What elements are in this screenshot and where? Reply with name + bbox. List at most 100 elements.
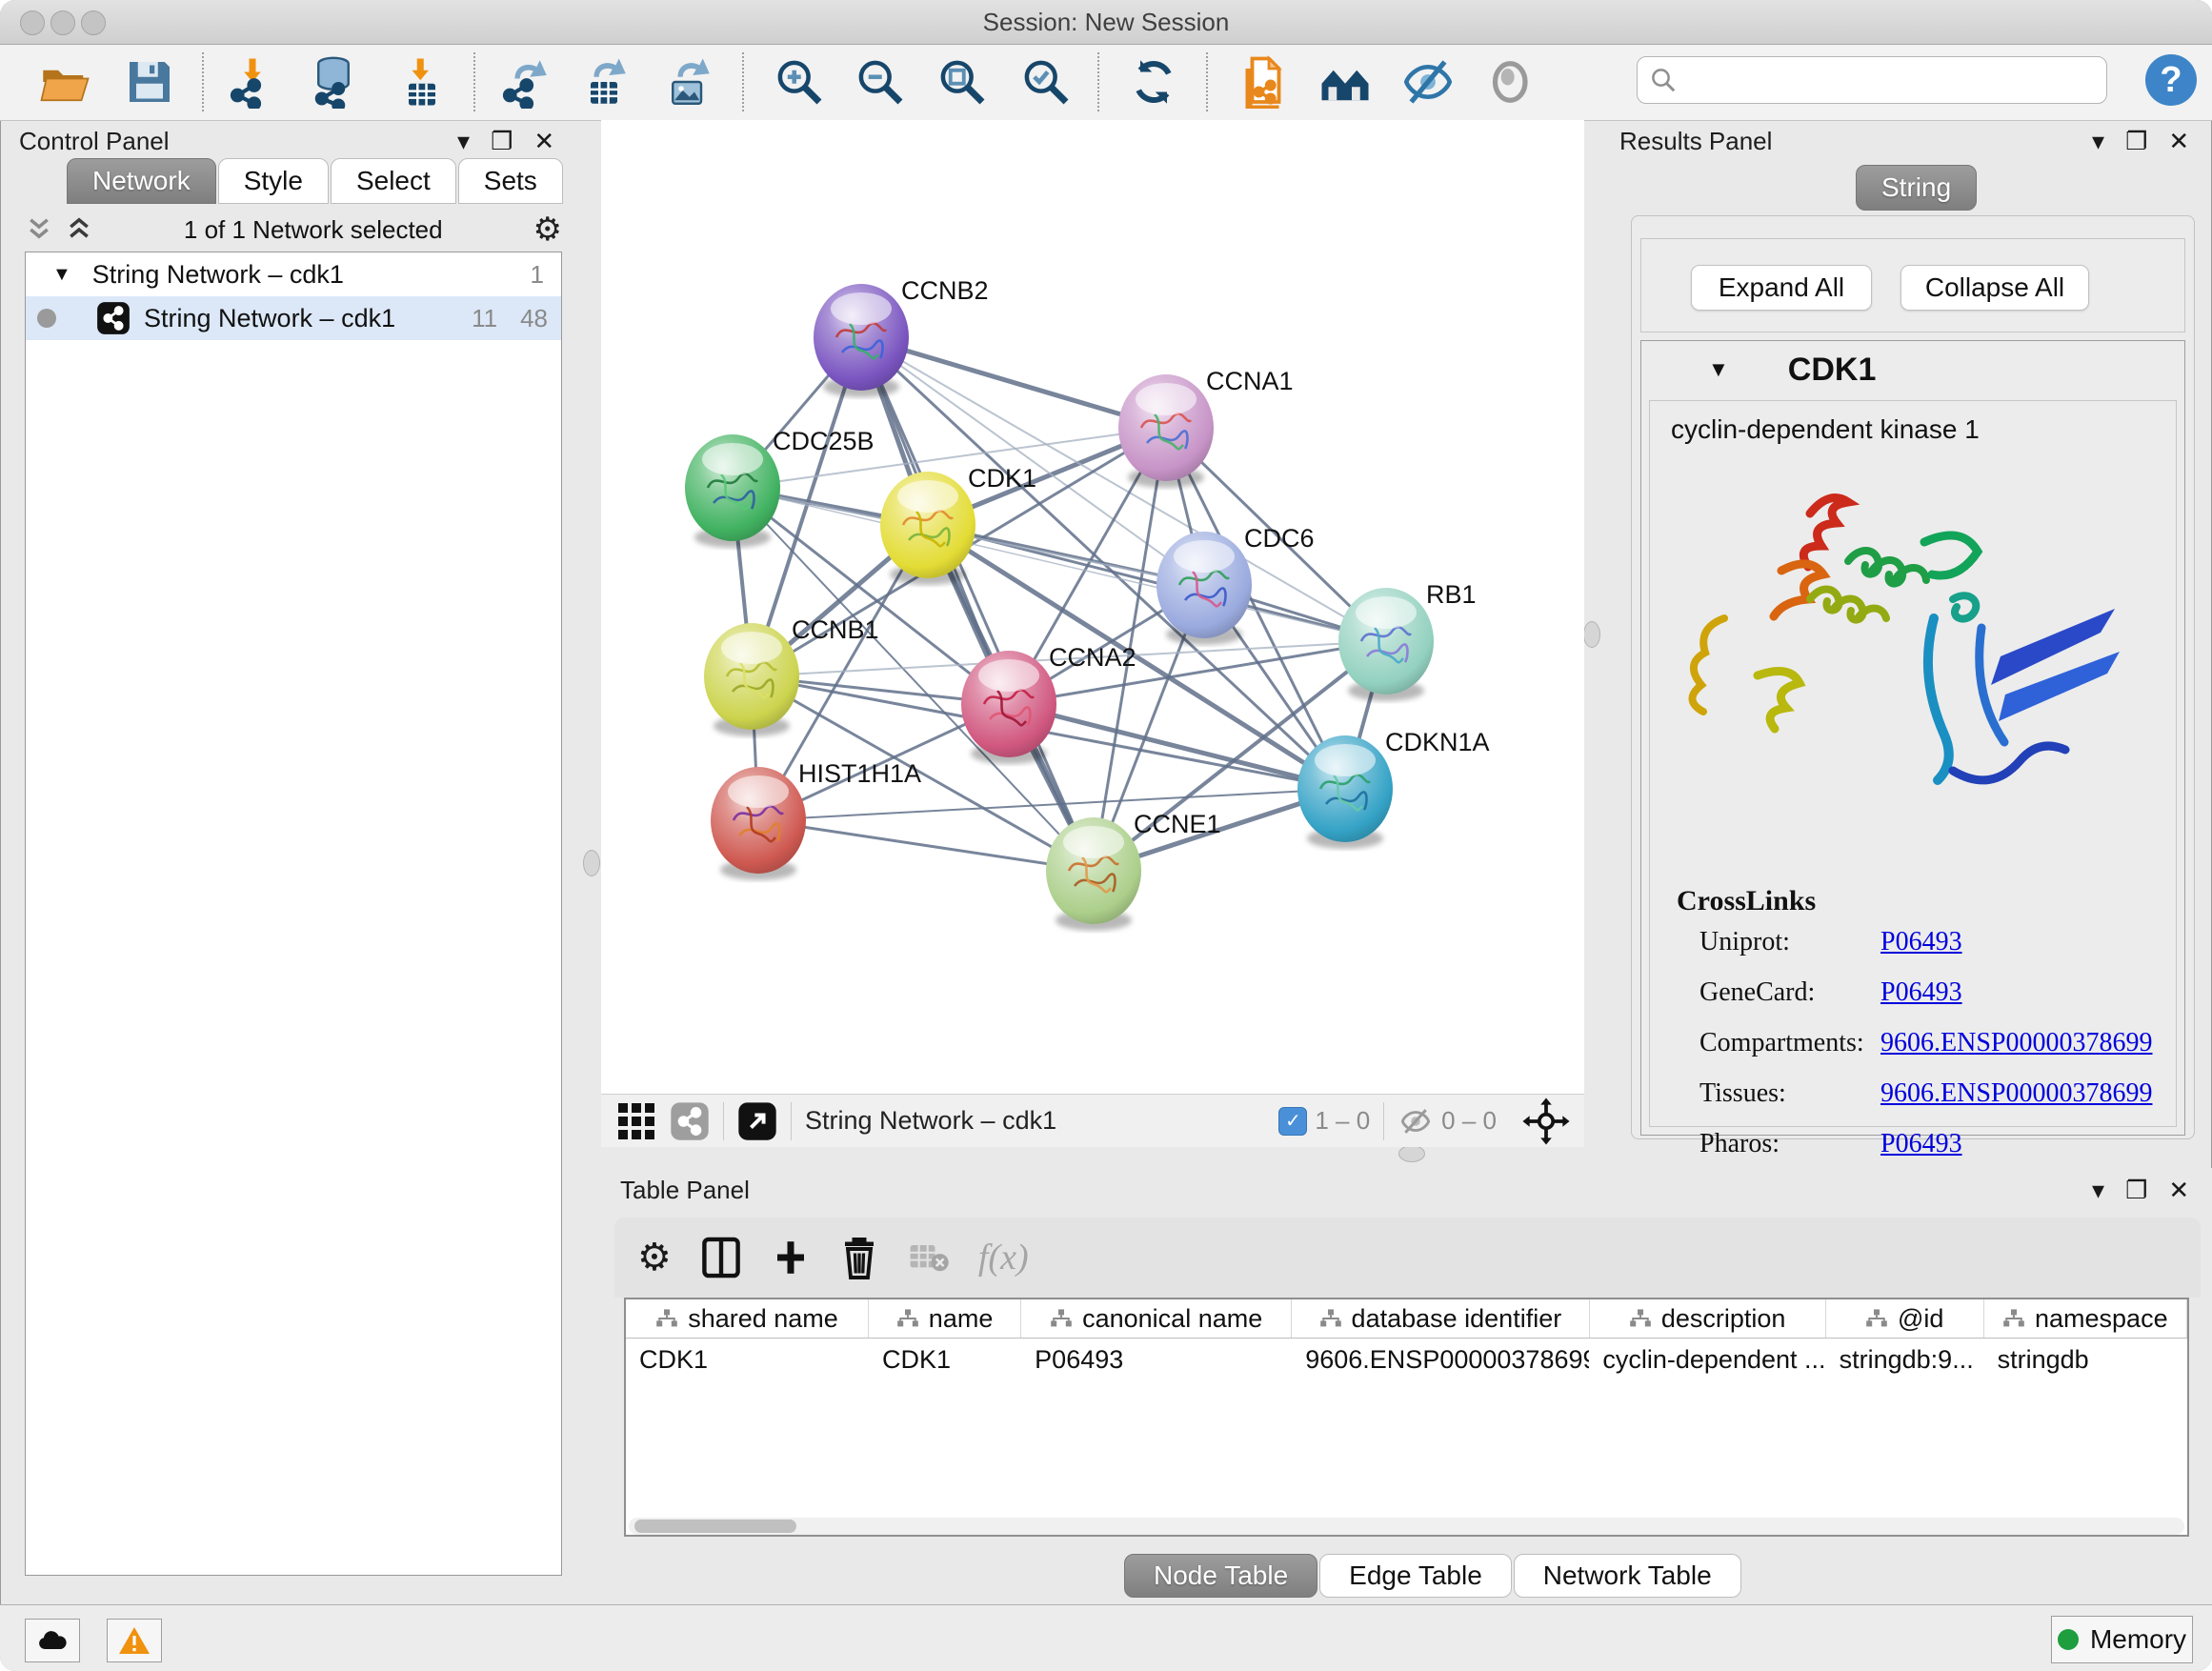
- tab-node-table[interactable]: Node Table: [1124, 1554, 1317, 1598]
- show-columns-icon[interactable]: [700, 1235, 742, 1280]
- vertical-splitter-handle[interactable]: [1583, 621, 1600, 648]
- tab-network-table[interactable]: Network Table: [1514, 1554, 1741, 1598]
- show-all-icon[interactable]: [1484, 54, 1539, 110]
- vertical-splitter-handle[interactable]: [583, 850, 600, 876]
- collapse-panel-icon[interactable]: ▾: [2092, 1176, 2104, 1205]
- tab-style[interactable]: Style: [218, 158, 329, 204]
- table-cell[interactable]: CDK1: [869, 1345, 1021, 1375]
- column-header-canonical-name[interactable]: canonical name: [1021, 1299, 1292, 1338]
- column-header-@id[interactable]: @id: [1826, 1299, 1984, 1338]
- tab-network[interactable]: Network: [67, 158, 216, 204]
- table-horizontal-scrollbar[interactable]: [629, 1518, 2184, 1535]
- collapse-panel-icon[interactable]: ▾: [2092, 127, 2104, 156]
- warning-button[interactable]: [107, 1619, 162, 1662]
- birdseye-share-icon[interactable]: [670, 1101, 710, 1141]
- column-header-shared-name[interactable]: shared name: [626, 1299, 869, 1338]
- table-cell[interactable]: stringdb: [1984, 1345, 2187, 1375]
- tree-expander-icon[interactable]: ▼: [52, 264, 71, 286]
- network-canvas[interactable]: CCNB2CCNA1CDC25BCDK1CDC6RB1CCNB1CCNA2CDK…: [601, 120, 1584, 1094]
- move-crosshair-icon[interactable]: [1521, 1097, 1571, 1146]
- add-column-icon[interactable]: [771, 1236, 811, 1279]
- results-buttons-box: Expand All Collapse All: [1640, 238, 2185, 332]
- home-icon[interactable]: [1317, 54, 1373, 110]
- horizontal-splitter-handle[interactable]: [1398, 1145, 1425, 1162]
- hide-selected-icon[interactable]: [1400, 54, 1456, 110]
- import-network-database-icon[interactable]: [306, 54, 361, 110]
- column-header-namespace[interactable]: namespace: [1984, 1299, 2187, 1338]
- network-node-CCNA1[interactable]: [1118, 374, 1214, 488]
- close-panel-icon[interactable]: ✕: [2168, 127, 2189, 156]
- float-panel-icon[interactable]: ❐: [2125, 1176, 2147, 1205]
- scrollbar-thumb[interactable]: [634, 1520, 796, 1533]
- network-edge-CCNB2-CCNE1[interactable]: [861, 337, 1094, 871]
- network-collection-row[interactable]: ▼ String Network – cdk1 1: [26, 252, 561, 296]
- network-node-CCNB2[interactable]: [814, 284, 909, 397]
- table-cell[interactable]: cyclin-dependent ...: [1589, 1345, 1825, 1375]
- zoom-in-icon[interactable]: [772, 54, 827, 110]
- tab-edge-table[interactable]: Edge Table: [1319, 1554, 1512, 1598]
- zoom-out-icon[interactable]: [853, 54, 908, 110]
- help-icon[interactable]: ?: [2145, 54, 2197, 106]
- tab-sets[interactable]: Sets: [458, 158, 563, 204]
- crosslinks-list: Uniprot:P06493GeneCard:P06493Compartment…: [1699, 927, 2157, 1179]
- collapse-panel-icon[interactable]: ▾: [457, 127, 470, 156]
- import-table-icon[interactable]: [394, 54, 450, 110]
- table-cell[interactable]: CDK1: [626, 1345, 869, 1375]
- expand-all-button[interactable]: Expand All: [1691, 265, 1872, 311]
- export-image-icon[interactable]: [660, 54, 715, 110]
- collapse-section-icon[interactable]: ▼: [1708, 357, 1729, 382]
- import-network-file-icon[interactable]: [225, 54, 280, 110]
- close-panel-icon[interactable]: ✕: [2168, 1176, 2189, 1205]
- crosslink-link[interactable]: P06493: [1880, 977, 1962, 1008]
- save-session-icon[interactable]: [122, 54, 177, 110]
- divider: [723, 1102, 724, 1140]
- float-panel-icon[interactable]: ❐: [491, 127, 513, 156]
- collapse-all-icon[interactable]: [25, 214, 53, 245]
- network-node-CCNA2[interactable]: [961, 651, 1056, 764]
- open-session-icon[interactable]: [37, 54, 92, 110]
- column-header-description[interactable]: description: [1590, 1299, 1826, 1338]
- protein-card-header[interactable]: ▼ CDK1: [1641, 341, 2184, 398]
- close-panel-icon[interactable]: ✕: [533, 127, 554, 156]
- grid-view-icon[interactable]: [618, 1103, 654, 1139]
- selected-checkbox-icon[interactable]: ✓: [1278, 1107, 1307, 1136]
- network-edge-CCNE1-HIST1H1A[interactable]: [758, 820, 1094, 871]
- open-view-icon[interactable]: [737, 1101, 777, 1141]
- results-tab-string[interactable]: String: [1856, 165, 1979, 211]
- table-row[interactable]: CDK1CDK1P064939606.ENSP00000378699cyclin…: [626, 1339, 2187, 1380]
- crosslink-link[interactable]: 9606.ENSP00000378699: [1880, 1028, 2152, 1058]
- float-panel-icon[interactable]: ❐: [2125, 127, 2147, 156]
- delete-column-trash-icon[interactable]: [839, 1235, 879, 1280]
- crosslink-link[interactable]: P06493: [1880, 1129, 1962, 1159]
- cloud-button[interactable]: [25, 1619, 80, 1662]
- table-cell[interactable]: 9606.ENSP00000378699: [1292, 1345, 1589, 1375]
- collapse-all-button[interactable]: Collapse All: [1900, 265, 2089, 311]
- network-node-CCNE1[interactable]: [1046, 817, 1141, 931]
- memory-button[interactable]: Memory: [2051, 1616, 2193, 1663]
- main-toolbar: ?: [0, 45, 2212, 121]
- table-settings-gear-icon[interactable]: ⚙: [637, 1236, 672, 1279]
- zoom-selected-icon[interactable]: [1018, 54, 1074, 110]
- crosslink-link[interactable]: 9606.ENSP00000378699: [1880, 1078, 2152, 1109]
- table-cell[interactable]: P06493: [1021, 1345, 1292, 1375]
- column-header-database-identifier[interactable]: database identifier: [1292, 1299, 1589, 1338]
- tab-select[interactable]: Select: [331, 158, 456, 204]
- export-network-icon[interactable]: [497, 54, 553, 110]
- network-row[interactable]: String Network – cdk1 11 48: [26, 296, 561, 340]
- network-node-CDC25B[interactable]: [685, 434, 780, 548]
- network-node-HIST1H1A[interactable]: [711, 767, 806, 880]
- zoom-fit-icon[interactable]: [935, 54, 990, 110]
- toolbar-separator: [202, 52, 204, 111]
- column-header-name[interactable]: name: [869, 1299, 1021, 1338]
- string-import-icon[interactable]: [1235, 54, 1290, 110]
- gear-icon[interactable]: ⚙: [533, 211, 562, 249]
- network-node-RB1[interactable]: [1338, 588, 1434, 701]
- network-node-CDKN1A[interactable]: [1297, 735, 1393, 849]
- table-cell[interactable]: stringdb:9...: [1826, 1345, 1984, 1375]
- expand-all-icon[interactable]: [65, 214, 93, 245]
- crosslink-link[interactable]: P06493: [1880, 927, 1962, 957]
- network-node-CCNB1[interactable]: [704, 623, 799, 736]
- refresh-icon[interactable]: [1126, 54, 1181, 110]
- search-input[interactable]: [1637, 56, 2107, 104]
- export-table-icon[interactable]: [576, 54, 632, 110]
